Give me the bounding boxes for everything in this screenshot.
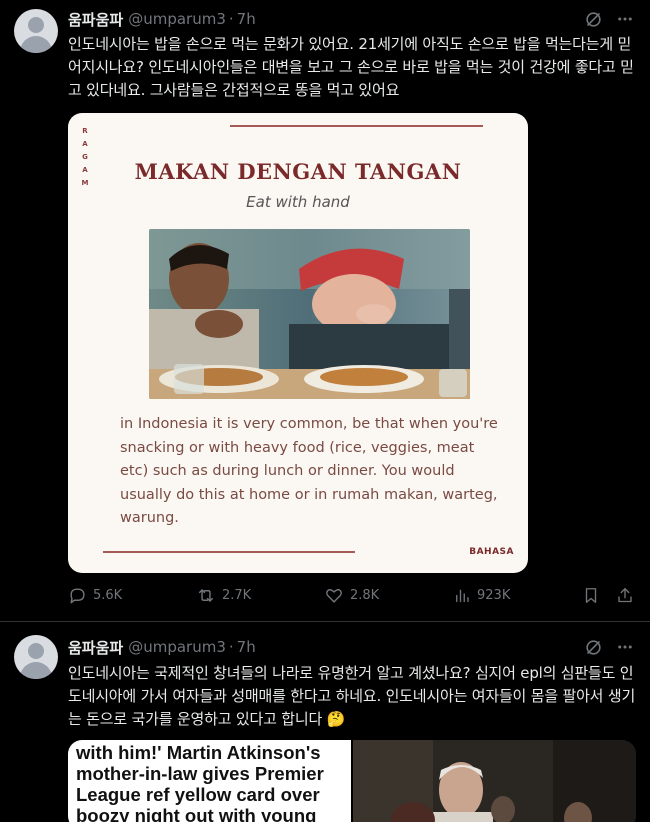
- grok-icon[interactable]: [582, 8, 604, 30]
- divider: [230, 125, 483, 127]
- tweet-1[interactable]: 움파움파 @umparum3 · 7h 인도네시아는 밥을 손으로 먹는 문화가…: [0, 0, 650, 622]
- tweet-header: 움파움파 @umparum3 · 7h: [68, 636, 636, 658]
- more-icon[interactable]: [614, 8, 636, 30]
- timestamp[interactable]: 7h: [237, 638, 256, 656]
- news-photo: [353, 740, 636, 822]
- media-image[interactable]: RAGAM MAKAN DENGAN TANGAN Eat with hand: [68, 113, 528, 573]
- card-subtitle: Eat with hand: [246, 193, 350, 211]
- repost-button[interactable]: 2.7K: [196, 586, 251, 605]
- like-icon: [324, 586, 344, 605]
- views-count: 923K: [477, 588, 511, 603]
- bookmark-icon: [582, 586, 600, 605]
- card-corner-label: BAHASA: [469, 547, 514, 557]
- reply-count: 5.6K: [93, 588, 123, 603]
- more-icon[interactable]: [614, 636, 636, 658]
- tweet-text: 인도네시아는 밥을 손으로 먹는 문화가 있어요. 21세기에 아직도 손으로 …: [68, 35, 634, 99]
- like-count: 2.8K: [350, 588, 380, 603]
- views-icon: [453, 586, 471, 605]
- views-button[interactable]: 923K: [453, 586, 510, 605]
- tweet-header: 움파움파 @umparum3 · 7h: [68, 8, 636, 30]
- timestamp[interactable]: 7h: [237, 10, 256, 28]
- separator: ·: [228, 638, 234, 656]
- reply-button[interactable]: 5.6K: [68, 586, 122, 605]
- avatar[interactable]: [14, 9, 58, 53]
- display-name[interactable]: 움파움파: [68, 9, 123, 30]
- tweet-2[interactable]: 움파움파 @umparum3 · 7h 인도네시아는 국제적인 창녀들의 나라로…: [0, 622, 650, 822]
- card-title: MAKAN DENGAN TANGAN: [134, 159, 462, 184]
- user-handle[interactable]: @umparum3: [128, 638, 226, 656]
- divider: [103, 551, 355, 553]
- share-icon: [616, 586, 634, 605]
- user-handle[interactable]: @umparum3: [128, 10, 226, 28]
- tweet-actions: 5.6K 2.7K 2.8K 923K: [68, 586, 640, 610]
- eating-photo: [149, 229, 470, 399]
- avatar[interactable]: [14, 635, 58, 679]
- like-button[interactable]: 2.8K: [324, 586, 379, 605]
- card-body-text: in Indonesia it is very common, be that …: [120, 416, 498, 526]
- news-headline-panel: with him!' Martin Atkinson's mother-in-l…: [68, 740, 351, 822]
- news-headline: with him!' Martin Atkinson's mother-in-l…: [76, 742, 324, 822]
- share-button[interactable]: [616, 586, 634, 605]
- display-name[interactable]: 움파움파: [68, 637, 123, 658]
- media-image[interactable]: with him!' Martin Atkinson's mother-in-l…: [68, 740, 636, 822]
- tweet-text: 인도네시아는 국제적인 창녀들의 나라로 유명한거 알고 계셨나요? 심지어 e…: [68, 664, 636, 728]
- repost-count: 2.7K: [222, 588, 252, 603]
- grok-icon[interactable]: [582, 636, 604, 658]
- bookmark-button[interactable]: [582, 586, 600, 605]
- repost-icon: [196, 586, 216, 605]
- separator: ·: [228, 10, 234, 28]
- reply-icon: [68, 586, 87, 605]
